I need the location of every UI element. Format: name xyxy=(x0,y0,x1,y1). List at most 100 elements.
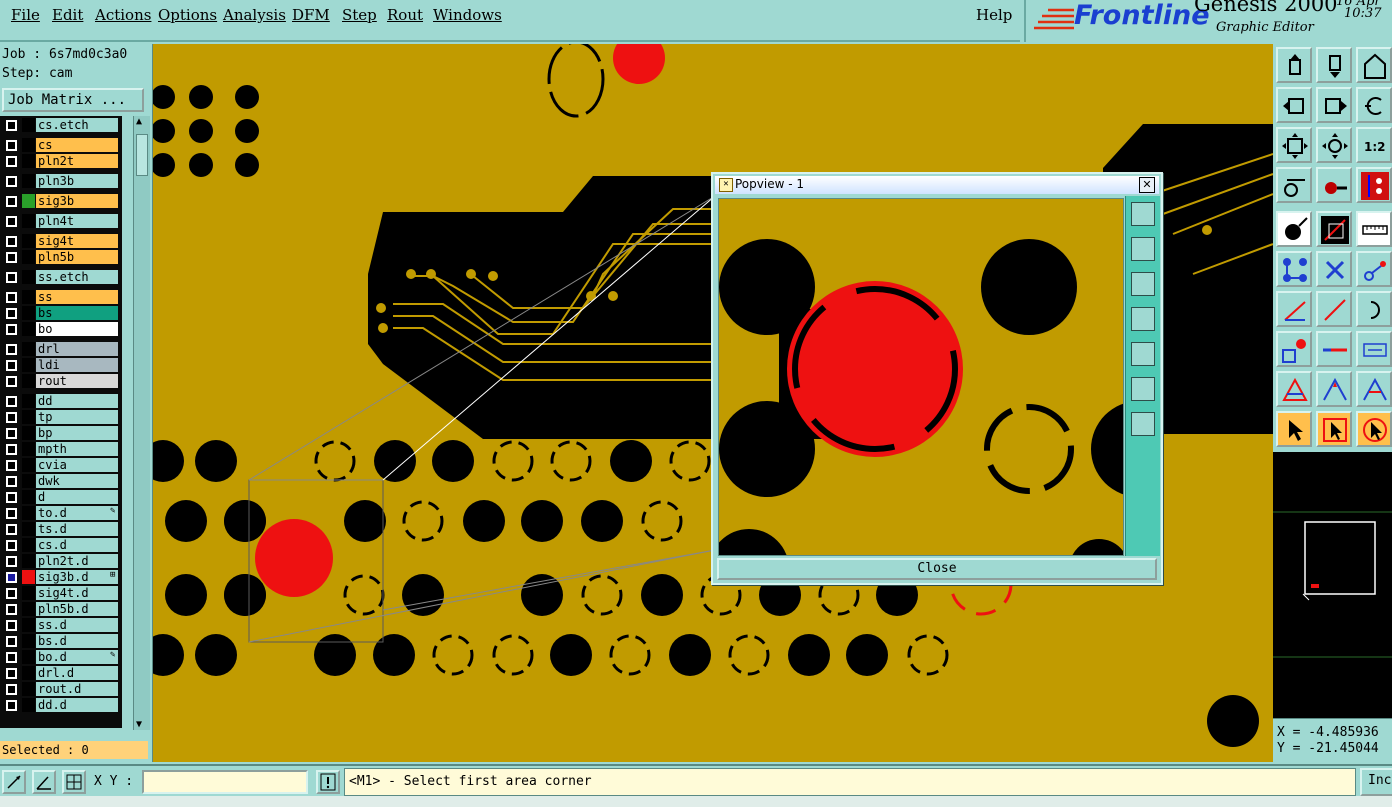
layer-checkbox[interactable] xyxy=(6,216,17,227)
layer-row[interactable]: ts.d xyxy=(0,522,122,536)
net-highlight-icon[interactable] xyxy=(1356,167,1392,203)
triangle-select-icon[interactable] xyxy=(1356,371,1392,407)
layer-row[interactable]: ss.d xyxy=(0,618,122,632)
layer-checkbox[interactable] xyxy=(6,652,17,663)
close-icon[interactable]: ✕ xyxy=(1139,177,1155,193)
layer-checkbox[interactable] xyxy=(6,668,17,679)
layer-row[interactable]: cvia xyxy=(0,458,122,472)
layer-name[interactable]: drl.d xyxy=(36,666,118,680)
layer-name[interactable]: pln3b xyxy=(36,174,118,188)
layer-color-swatch[interactable] xyxy=(22,554,35,568)
menu-windows[interactable]: Windows xyxy=(433,6,502,24)
popview-titlebar[interactable]: ✕ Popview - 1 ✕ xyxy=(715,176,1159,194)
scale-1-2-icon[interactable]: 1:2 xyxy=(1356,127,1392,163)
layer-color-swatch[interactable] xyxy=(22,138,35,152)
layer-checkbox[interactable] xyxy=(6,412,17,423)
layer-name[interactable]: sig4t xyxy=(36,234,118,248)
layer-name[interactable]: d xyxy=(36,490,118,504)
layer-checkbox[interactable] xyxy=(6,524,17,535)
info-icon[interactable] xyxy=(316,770,340,794)
layer-name[interactable]: pln2t.d xyxy=(36,554,118,568)
menu-file[interactable]: File xyxy=(11,6,40,24)
pan-left-icon[interactable] xyxy=(1276,87,1312,123)
pan-up-icon[interactable] xyxy=(1276,47,1312,83)
zoom-fit-icon[interactable] xyxy=(1276,127,1312,163)
add-line-icon[interactable] xyxy=(1316,211,1352,247)
layer-checkbox[interactable] xyxy=(6,540,17,551)
menu-options[interactable]: Options xyxy=(158,6,217,24)
layer-row[interactable]: pln2t xyxy=(0,154,122,168)
layer-name[interactable]: sig3b xyxy=(36,194,118,208)
layer-row[interactable]: dwk xyxy=(0,474,122,488)
layer-color-swatch[interactable] xyxy=(22,490,35,504)
layer-checkbox[interactable] xyxy=(6,156,17,167)
draw-diagonal-icon[interactable] xyxy=(1316,291,1352,327)
layer-name[interactable]: dd xyxy=(36,394,118,408)
select-box-icon[interactable] xyxy=(1316,411,1352,447)
layer-row[interactable]: bo xyxy=(0,322,122,336)
grid-icon[interactable] xyxy=(62,770,86,794)
select-pointer-icon[interactable] xyxy=(1276,411,1312,447)
window-menu-icon[interactable]: ✕ xyxy=(719,178,733,192)
layer-color-swatch[interactable] xyxy=(22,570,35,584)
draw-line-icon[interactable] xyxy=(1276,291,1312,327)
layer-name[interactable]: pln5b xyxy=(36,250,118,264)
layer-name[interactable]: rout.d xyxy=(36,682,118,696)
triangle-up-icon[interactable] xyxy=(1316,371,1352,407)
menu-rout[interactable]: Rout xyxy=(387,6,423,24)
layer-color-swatch[interactable] xyxy=(22,602,35,616)
layer-color-swatch[interactable] xyxy=(22,474,35,488)
select-circle-icon[interactable] xyxy=(1356,411,1392,447)
snap-icon[interactable] xyxy=(2,770,26,794)
layer-name[interactable]: mpth xyxy=(36,442,118,456)
delete-icon[interactable] xyxy=(1316,251,1352,287)
layer-name[interactable]: drl xyxy=(36,342,118,356)
popview-canvas[interactable] xyxy=(718,198,1124,556)
menu-dfm[interactable]: DFM xyxy=(292,6,330,24)
measure-icon[interactable] xyxy=(1356,331,1392,367)
menu-edit[interactable]: Edit xyxy=(52,6,83,24)
layer-checkbox[interactable] xyxy=(6,308,17,319)
layer-name[interactable]: ts.d xyxy=(36,522,118,536)
layer-row[interactable]: drl xyxy=(0,342,122,356)
pan-left-icon[interactable] xyxy=(1131,307,1155,331)
layer-row[interactable]: ldi xyxy=(0,358,122,372)
pad-connect-icon[interactable] xyxy=(1316,167,1352,203)
layer-row[interactable]: bp xyxy=(0,426,122,440)
layer-checkbox[interactable] xyxy=(6,492,17,503)
layer-row[interactable]: d xyxy=(0,490,122,504)
layer-row[interactable]: tp xyxy=(0,410,122,424)
layer-row[interactable]: sig4t xyxy=(0,234,122,248)
layer-name[interactable]: bp xyxy=(36,426,118,440)
layer-checkbox[interactable] xyxy=(6,684,17,695)
layer-color-swatch[interactable] xyxy=(22,194,35,208)
layer-color-swatch[interactable] xyxy=(22,342,35,356)
layer-name[interactable]: dwk xyxy=(36,474,118,488)
layer-color-swatch[interactable] xyxy=(22,358,35,372)
layer-color-swatch[interactable] xyxy=(22,538,35,552)
menu-step[interactable]: Step xyxy=(342,6,377,24)
layer-name[interactable]: ss xyxy=(36,290,118,304)
layer-color-swatch[interactable] xyxy=(22,290,35,304)
layer-name[interactable]: rout xyxy=(36,374,118,388)
layer-name[interactable]: cs.d xyxy=(36,538,118,552)
layer-checkbox[interactable] xyxy=(6,324,17,335)
layer-row[interactable]: bs xyxy=(0,306,122,320)
route-icon[interactable] xyxy=(1276,251,1312,287)
draw-arc-icon[interactable] xyxy=(1356,291,1392,327)
pan-right-icon[interactable] xyxy=(1316,87,1352,123)
layer-color-swatch[interactable] xyxy=(22,650,35,664)
layer-color-swatch[interactable] xyxy=(22,426,35,440)
layer-checkbox[interactable] xyxy=(6,556,17,567)
pan-up-icon[interactable] xyxy=(1131,237,1155,261)
layer-row[interactable]: ss xyxy=(0,290,122,304)
layer-checkbox[interactable] xyxy=(6,292,17,303)
layer-checkbox[interactable] xyxy=(6,344,17,355)
layer-name[interactable]: sig4t.d xyxy=(36,586,118,600)
layer-color-swatch[interactable] xyxy=(22,234,35,248)
pan-right-icon[interactable] xyxy=(1131,342,1155,366)
layer-color-swatch[interactable] xyxy=(22,618,35,632)
layer-name[interactable]: sig3b.d xyxy=(36,570,118,584)
redraw-icon[interactable] xyxy=(1356,87,1392,123)
layer-checkbox[interactable] xyxy=(6,236,17,247)
